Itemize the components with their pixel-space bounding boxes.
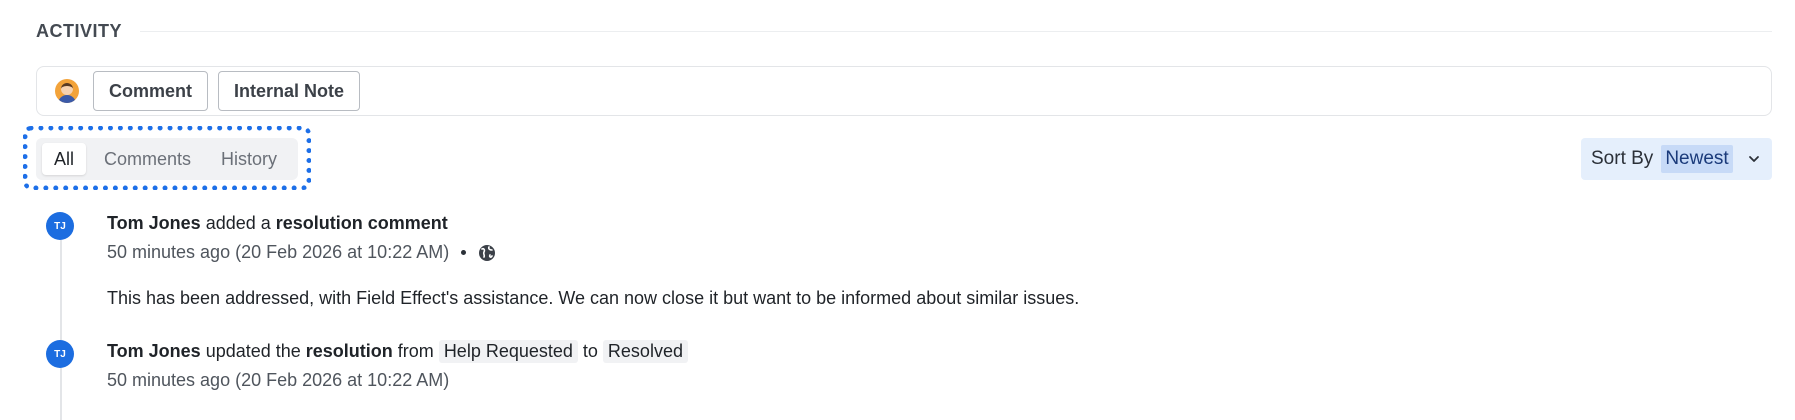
entry-object: resolution comment <box>275 213 448 233</box>
entry-timestamp-row: 50 minutes ago (20 Feb 2026 at 10:22 AM) <box>107 370 449 391</box>
avatar: TJ <box>46 340 74 368</box>
entry-timestamp: 50 minutes ago (20 Feb 2026 at 10:22 AM) <box>107 370 450 390</box>
header-divider <box>140 30 1772 32</box>
entry-action: updated the <box>200 341 306 361</box>
from-word: from <box>392 341 439 361</box>
activity-composer: Comment Internal Note <box>36 66 1772 116</box>
activity-header: ACTIVITY <box>36 20 1772 42</box>
activity-filter-tabs: All Comments History <box>36 138 298 180</box>
user-avatar-icon <box>55 79 79 103</box>
from-value-badge: Help Requested <box>438 340 578 363</box>
globe-icon <box>479 244 496 261</box>
timeline-line <box>60 236 62 420</box>
sort-value[interactable]: Newest <box>1661 145 1733 173</box>
tab-history[interactable]: History <box>209 143 289 175</box>
entry-title: Tom Jones updated the resolution from He… <box>107 340 688 363</box>
sort-dropdown[interactable]: Sort By Newest <box>1581 138 1772 180</box>
entry-object: resolution <box>305 341 393 361</box>
entry-comment-body: This has been addressed, with Field Effe… <box>107 288 1080 308</box>
chevron-down-icon[interactable] <box>1747 152 1761 166</box>
entry-title: Tom Jones added a resolution comment <box>107 213 448 234</box>
entry-timestamp-row: 50 minutes ago (20 Feb 2026 at 10:22 AM) <box>107 242 496 263</box>
section-title: ACTIVITY <box>36 20 123 41</box>
internal-note-button[interactable]: Internal Note <box>218 71 361 111</box>
tab-comments[interactable]: Comments <box>92 143 203 175</box>
comment-button[interactable]: Comment <box>93 71 209 111</box>
entry-actor[interactable]: Tom Jones <box>107 213 201 233</box>
tab-all[interactable]: All <box>42 143 87 175</box>
entry-action: added a <box>200 213 276 233</box>
entry-timestamp: 50 minutes ago (20 Feb 2026 at 10:22 AM) <box>107 242 450 262</box>
avatar: TJ <box>46 212 74 240</box>
sort-label: Sort By <box>1591 148 1654 169</box>
to-word: to <box>577 341 603 361</box>
to-value-badge: Resolved <box>602 340 688 363</box>
entry-actor[interactable]: Tom Jones <box>107 341 201 361</box>
separator-dot <box>461 250 467 255</box>
